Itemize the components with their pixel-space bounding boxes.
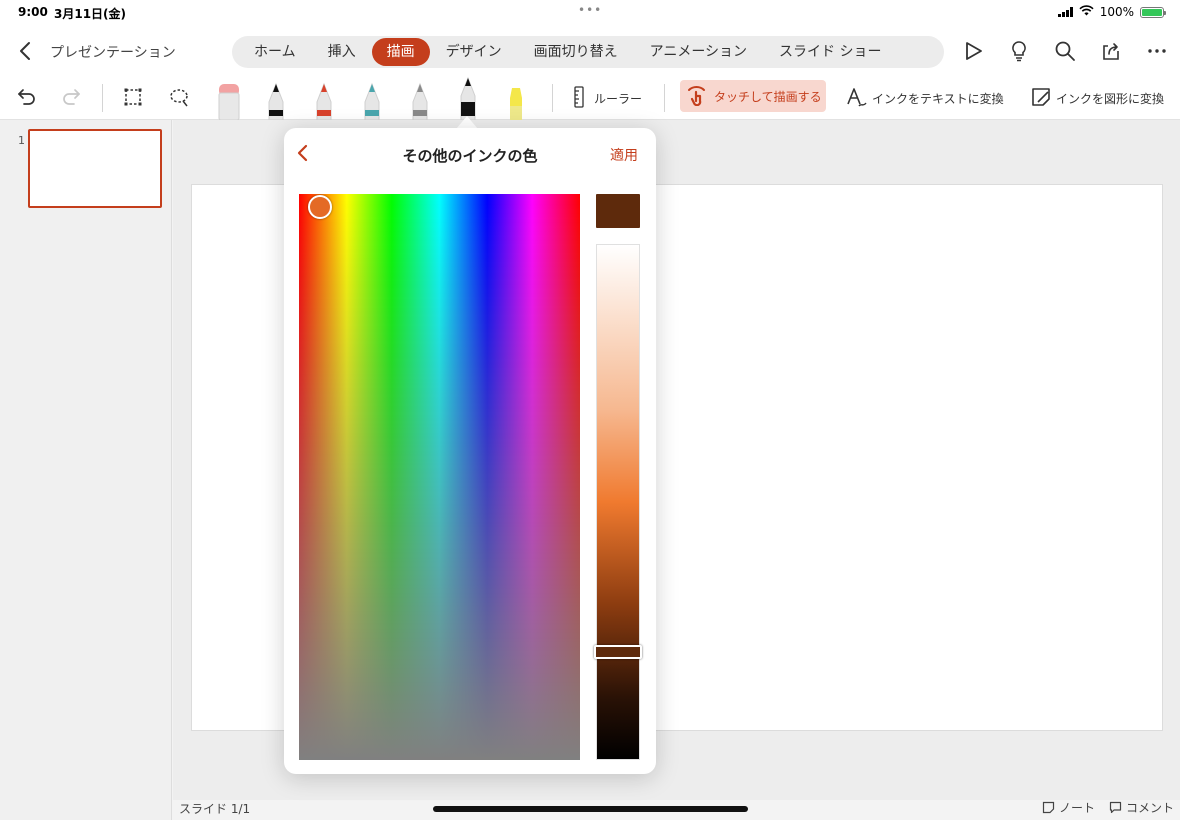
ink-to-text-icon xyxy=(846,86,868,111)
status-time: 9:00 xyxy=(18,5,48,19)
touch-to-draw-button[interactable]: タッチして描画する xyxy=(680,80,826,112)
touch-draw-icon xyxy=(686,84,708,109)
share-icon[interactable] xyxy=(1098,38,1124,64)
ribbon-tabs: ホーム 挿入 描画 デザイン 画面切り替え アニメーション スライド ショー xyxy=(232,36,944,68)
touch-to-draw-label: タッチして描画する xyxy=(714,89,822,104)
toolbar-divider xyxy=(552,84,553,112)
slide-thumbnail-number: 1 xyxy=(18,134,25,147)
popover-title: その他のインクの色 xyxy=(402,147,538,165)
tab-home[interactable]: ホーム xyxy=(238,38,312,66)
undo-icon[interactable] xyxy=(14,84,40,110)
toolbar-divider xyxy=(102,84,103,112)
tab-transitions[interactable]: 画面切り替え xyxy=(518,38,634,66)
ruler-label: ルーラー xyxy=(594,91,643,106)
document-title[interactable]: プレゼンテーション xyxy=(50,42,176,62)
battery-icon xyxy=(1140,6,1166,18)
status-date: 3月11日(金) xyxy=(54,7,127,21)
saturation-gradient xyxy=(299,194,580,760)
popover-back-icon[interactable] xyxy=(290,140,316,166)
footer-actions: ノート コメント xyxy=(1042,799,1174,816)
ruler-button[interactable]: ルーラー xyxy=(572,84,642,112)
slide-thumbnail-panel: 1 xyxy=(0,120,172,820)
pen-teal-icon[interactable] xyxy=(359,80,385,121)
redo-icon[interactable] xyxy=(58,84,84,110)
title-bar: プレゼンテーション ホーム 挿入 描画 デザイン 画面切り替え アニメーション … xyxy=(0,26,1180,76)
spectrum-picker-handle[interactable] xyxy=(308,195,332,219)
back-icon[interactable] xyxy=(14,39,38,63)
select-objects-icon[interactable] xyxy=(120,84,146,110)
play-icon[interactable] xyxy=(960,38,986,64)
eraser-icon[interactable] xyxy=(216,80,242,121)
selected-color-swatch xyxy=(596,194,640,228)
multitasking-dots-icon[interactable]: ••• xyxy=(578,3,602,17)
ink-to-shape-label: インクを図形に変換 xyxy=(1056,91,1165,106)
pen-gray-icon[interactable] xyxy=(407,80,433,121)
comments-button[interactable]: コメント xyxy=(1109,799,1174,816)
highlighter-yellow-icon[interactable] xyxy=(503,80,529,120)
ink-to-text-label: インクをテキストに変換 xyxy=(872,91,1004,106)
more-icon[interactable] xyxy=(1144,38,1170,64)
slide-count: スライド 1/1 xyxy=(179,802,251,816)
more-ink-colors-popover: その他のインクの色 適用 xyxy=(284,128,656,774)
tab-slide-show[interactable]: スライド ショー xyxy=(763,38,897,66)
ink-to-shape-icon xyxy=(1030,86,1052,111)
header-actions xyxy=(960,38,1170,64)
status-bar: 9:00 3月11日(金) ••• 100% xyxy=(0,0,1180,26)
cellular-signal-icon xyxy=(1057,7,1073,17)
wifi-icon xyxy=(1079,5,1094,19)
toolbar-divider xyxy=(664,84,665,112)
notes-label: ノート xyxy=(1058,801,1095,815)
home-indicator[interactable] xyxy=(433,806,748,812)
lasso-select-icon[interactable] xyxy=(166,84,192,110)
color-spectrum[interactable] xyxy=(299,194,580,760)
status-indicators: 100% xyxy=(1057,5,1166,19)
apply-button[interactable]: 適用 xyxy=(610,145,638,165)
battery-percent: 100% xyxy=(1099,5,1134,19)
comments-label: コメント xyxy=(1125,801,1174,815)
tab-draw[interactable]: 描画 xyxy=(371,38,430,66)
brightness-slider[interactable] xyxy=(594,244,642,760)
notes-icon xyxy=(1042,801,1055,814)
ruler-icon xyxy=(572,85,586,111)
tab-design[interactable]: デザイン xyxy=(430,38,518,66)
ink-to-shape-button[interactable]: インクを図形に変換 xyxy=(1030,84,1164,112)
tab-insert[interactable]: 挿入 xyxy=(312,38,372,66)
search-icon[interactable] xyxy=(1052,38,1078,64)
notes-button[interactable]: ノート xyxy=(1042,799,1095,816)
draw-toolbar: ルーラー タッチして描画する インクをテキストに変換 インクを図形に変換 xyxy=(0,76,1180,121)
comment-icon xyxy=(1109,801,1122,814)
tab-animations[interactable]: アニメーション xyxy=(634,38,763,66)
lightbulb-icon[interactable] xyxy=(1006,38,1032,64)
brightness-slider-handle[interactable] xyxy=(594,645,642,659)
pen-black-icon[interactable] xyxy=(263,80,289,121)
pencil-black-icon[interactable] xyxy=(455,76,481,121)
pen-red-icon[interactable] xyxy=(311,80,337,121)
ink-to-text-button[interactable]: インクをテキストに変換 xyxy=(846,84,1004,112)
slide-thumbnail[interactable] xyxy=(28,129,162,208)
